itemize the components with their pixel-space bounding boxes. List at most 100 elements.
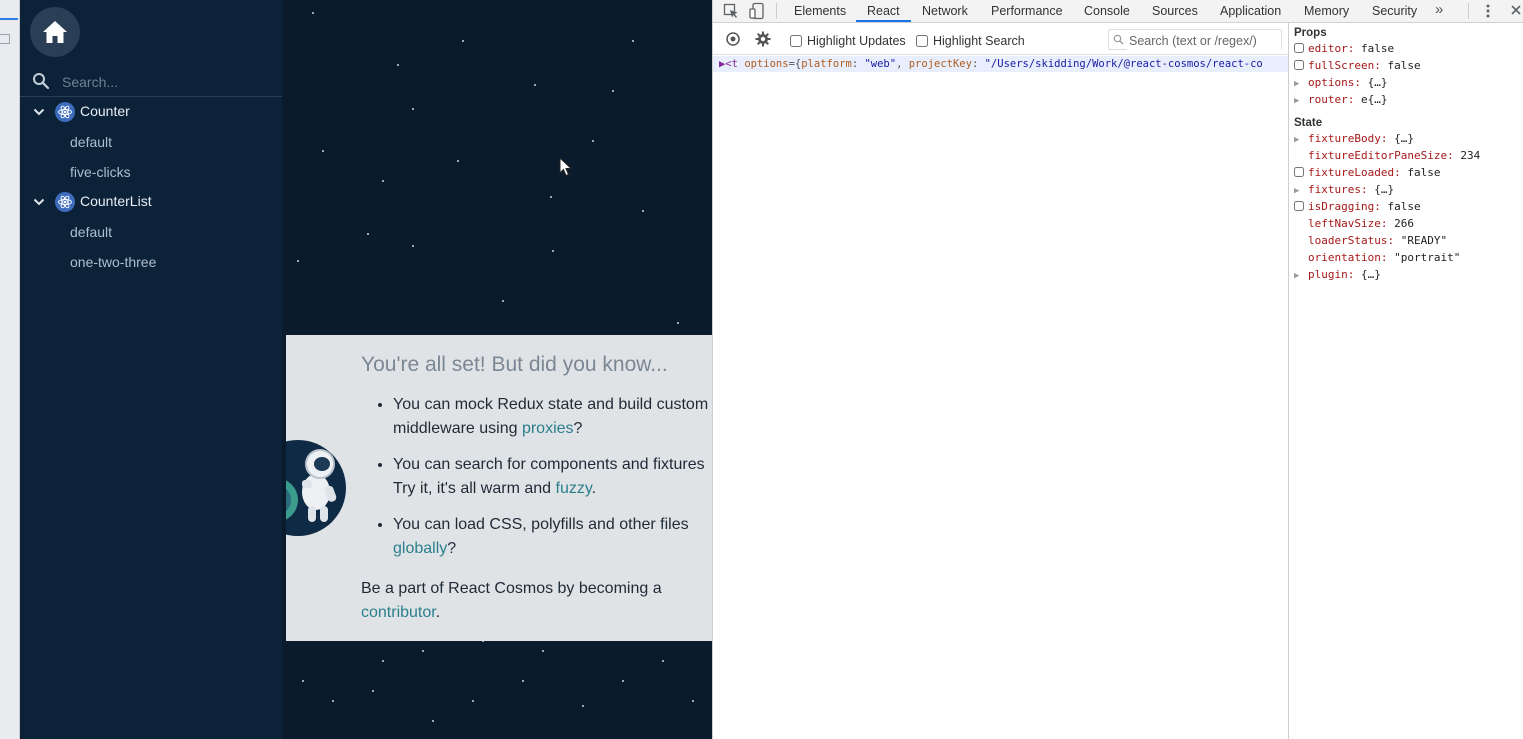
expand-triangle-icon[interactable]: ▶ <box>713 58 725 70</box>
prop-value[interactable]: 266 <box>1394 217 1414 230</box>
expand-triangle-icon[interactable]: ▶ <box>1294 79 1299 89</box>
prop-key: plugin <box>1308 268 1348 281</box>
star <box>382 660 384 662</box>
prop-value[interactable]: "READY" <box>1401 234 1447 247</box>
props-row-editor[interactable]: editor: false <box>1294 40 1394 57</box>
star <box>692 700 694 702</box>
fixture-item-counterlist-one-two-three[interactable]: one-two-three <box>70 254 156 270</box>
prop-value[interactable]: {…} <box>1361 268 1381 281</box>
colon: : <box>1360 183 1375 196</box>
left-window-strip <box>0 0 20 739</box>
fuzzy-link[interactable]: fuzzy <box>556 480 592 497</box>
star <box>472 700 474 702</box>
search-icon <box>1113 34 1124 45</box>
home-button[interactable] <box>30 7 80 57</box>
props-row-router[interactable]: ▶ router: e{…} <box>1294 91 1388 108</box>
fixture-item-counter-default[interactable]: default <box>70 134 112 150</box>
highlight-updates-checkbox[interactable]: Highlight Updates <box>790 34 906 48</box>
search-input[interactable] <box>60 70 274 94</box>
row-control[interactable]: ▶ <box>1294 266 1308 285</box>
more-tabs-button[interactable]: » <box>1435 1 1443 23</box>
props-row-options[interactable]: ▶ options: {…} <box>1294 74 1387 91</box>
expand-triangle-icon[interactable]: ▶ <box>1294 135 1299 145</box>
prop-value[interactable]: 234 <box>1460 149 1480 162</box>
state-row-leftNavSize: leftNavSize: 266 <box>1294 215 1414 232</box>
state-row-fixtureLoaded[interactable]: fixtureLoaded: false <box>1294 164 1440 181</box>
star <box>332 700 334 702</box>
row-control[interactable] <box>1294 57 1308 74</box>
row-control[interactable]: ▶ <box>1294 91 1308 110</box>
settings-gear-icon[interactable] <box>755 31 771 47</box>
star <box>642 210 644 212</box>
row-control[interactable] <box>1294 40 1308 57</box>
globally-link[interactable]: globally <box>393 540 447 557</box>
devtools-panel: Elements React Network Performance Conso… <box>712 0 1523 739</box>
prop-value[interactable]: {…} <box>1368 76 1388 89</box>
inspect-element-icon[interactable] <box>723 3 739 19</box>
close-icon[interactable] <box>1510 4 1522 16</box>
tip-text: ? <box>573 420 583 437</box>
colon: : <box>1374 200 1388 213</box>
welcome-title: You're all set! But did you know... <box>361 353 668 376</box>
proxies-link[interactable]: proxies <box>522 420 574 437</box>
react-icon <box>55 192 75 212</box>
row-control[interactable] <box>1294 164 1308 181</box>
select-element-icon[interactable] <box>725 31 741 47</box>
tab-memory[interactable]: Memory <box>1304 2 1349 24</box>
tab-application[interactable]: Application <box>1220 2 1281 24</box>
prop-key: fixtureBody <box>1308 132 1381 145</box>
tree-group-counter[interactable]: Counter <box>20 97 282 127</box>
prop-value[interactable]: false <box>1407 166 1440 179</box>
prop-value[interactable]: e{…} <box>1361 93 1388 106</box>
state-row-isDragging[interactable]: isDragging: false <box>1294 198 1421 215</box>
star <box>534 84 536 86</box>
tab-elements[interactable]: Elements <box>794 2 846 24</box>
prop-value[interactable]: {…} <box>1394 132 1414 145</box>
punctuation: ={ <box>788 58 802 70</box>
state-row-orientation: orientation: "portrait" <box>1294 249 1460 266</box>
highlight-search-input[interactable] <box>916 35 928 47</box>
tab-performance[interactable]: Performance <box>991 2 1063 24</box>
fixture-item-counter-five-clicks[interactable]: five-clicks <box>70 164 131 180</box>
star <box>612 90 614 92</box>
tree-group-counterlist[interactable]: CounterList <box>20 187 282 217</box>
tab-network[interactable]: Network <box>922 2 968 24</box>
highlight-search-checkbox[interactable]: Highlight Search <box>916 34 1025 48</box>
props-row-fullScreen[interactable]: fullScreen: false <box>1294 57 1421 74</box>
tab-sources[interactable]: Sources <box>1152 2 1198 24</box>
device-toggle-icon[interactable] <box>749 2 765 20</box>
expand-triangle-icon[interactable]: ▶ <box>1294 96 1299 106</box>
colon: : <box>1387 234 1401 247</box>
prop-value[interactable]: false <box>1361 42 1394 55</box>
component-tree-row[interactable]: ▶<t options={platform: "web", projectKey… <box>713 56 1288 72</box>
boolean-toggle-checkbox[interactable] <box>1294 201 1304 211</box>
prop-value[interactable]: "portrait" <box>1394 251 1460 264</box>
boolean-toggle-checkbox[interactable] <box>1294 43 1304 53</box>
cosmos-sidebar: Counter default five-clicks CounterList … <box>20 0 282 739</box>
prop-value[interactable]: {…} <box>1374 183 1394 196</box>
kebab-menu-icon[interactable] <box>1484 3 1492 19</box>
contributor-link[interactable]: contributor <box>361 604 436 621</box>
selection-indicator <box>0 18 18 20</box>
expand-triangle-icon[interactable]: ▶ <box>1294 186 1299 196</box>
row-control[interactable] <box>1294 198 1308 215</box>
colon: : <box>1354 76 1368 89</box>
state-row-fixtures[interactable]: ▶ fixtures: {…} <box>1294 181 1394 198</box>
star <box>662 660 664 662</box>
star <box>550 196 552 198</box>
highlight-updates-input[interactable] <box>790 35 802 47</box>
prop-value[interactable]: false <box>1387 200 1420 213</box>
boolean-toggle-checkbox[interactable] <box>1294 60 1304 70</box>
state-row-plugin[interactable]: ▶ plugin: {…} <box>1294 266 1381 283</box>
list-item: You can mock Redux state and build custo… <box>393 393 712 441</box>
component-search-input[interactable] <box>1127 31 1281 50</box>
prop-key: fixtureEditorPaneSize <box>1308 149 1448 162</box>
tab-console[interactable]: Console <box>1084 2 1130 24</box>
fixture-item-counterlist-default[interactable]: default <box>70 224 112 240</box>
expand-triangle-icon[interactable]: ▶ <box>1294 271 1299 281</box>
prop-value[interactable]: false <box>1387 59 1420 72</box>
tab-react[interactable]: React <box>856 0 911 22</box>
state-row-fixtureBody[interactable]: ▶ fixtureBody: {…} <box>1294 130 1414 147</box>
tab-security[interactable]: Security <box>1372 2 1417 24</box>
boolean-toggle-checkbox[interactable] <box>1294 167 1304 177</box>
